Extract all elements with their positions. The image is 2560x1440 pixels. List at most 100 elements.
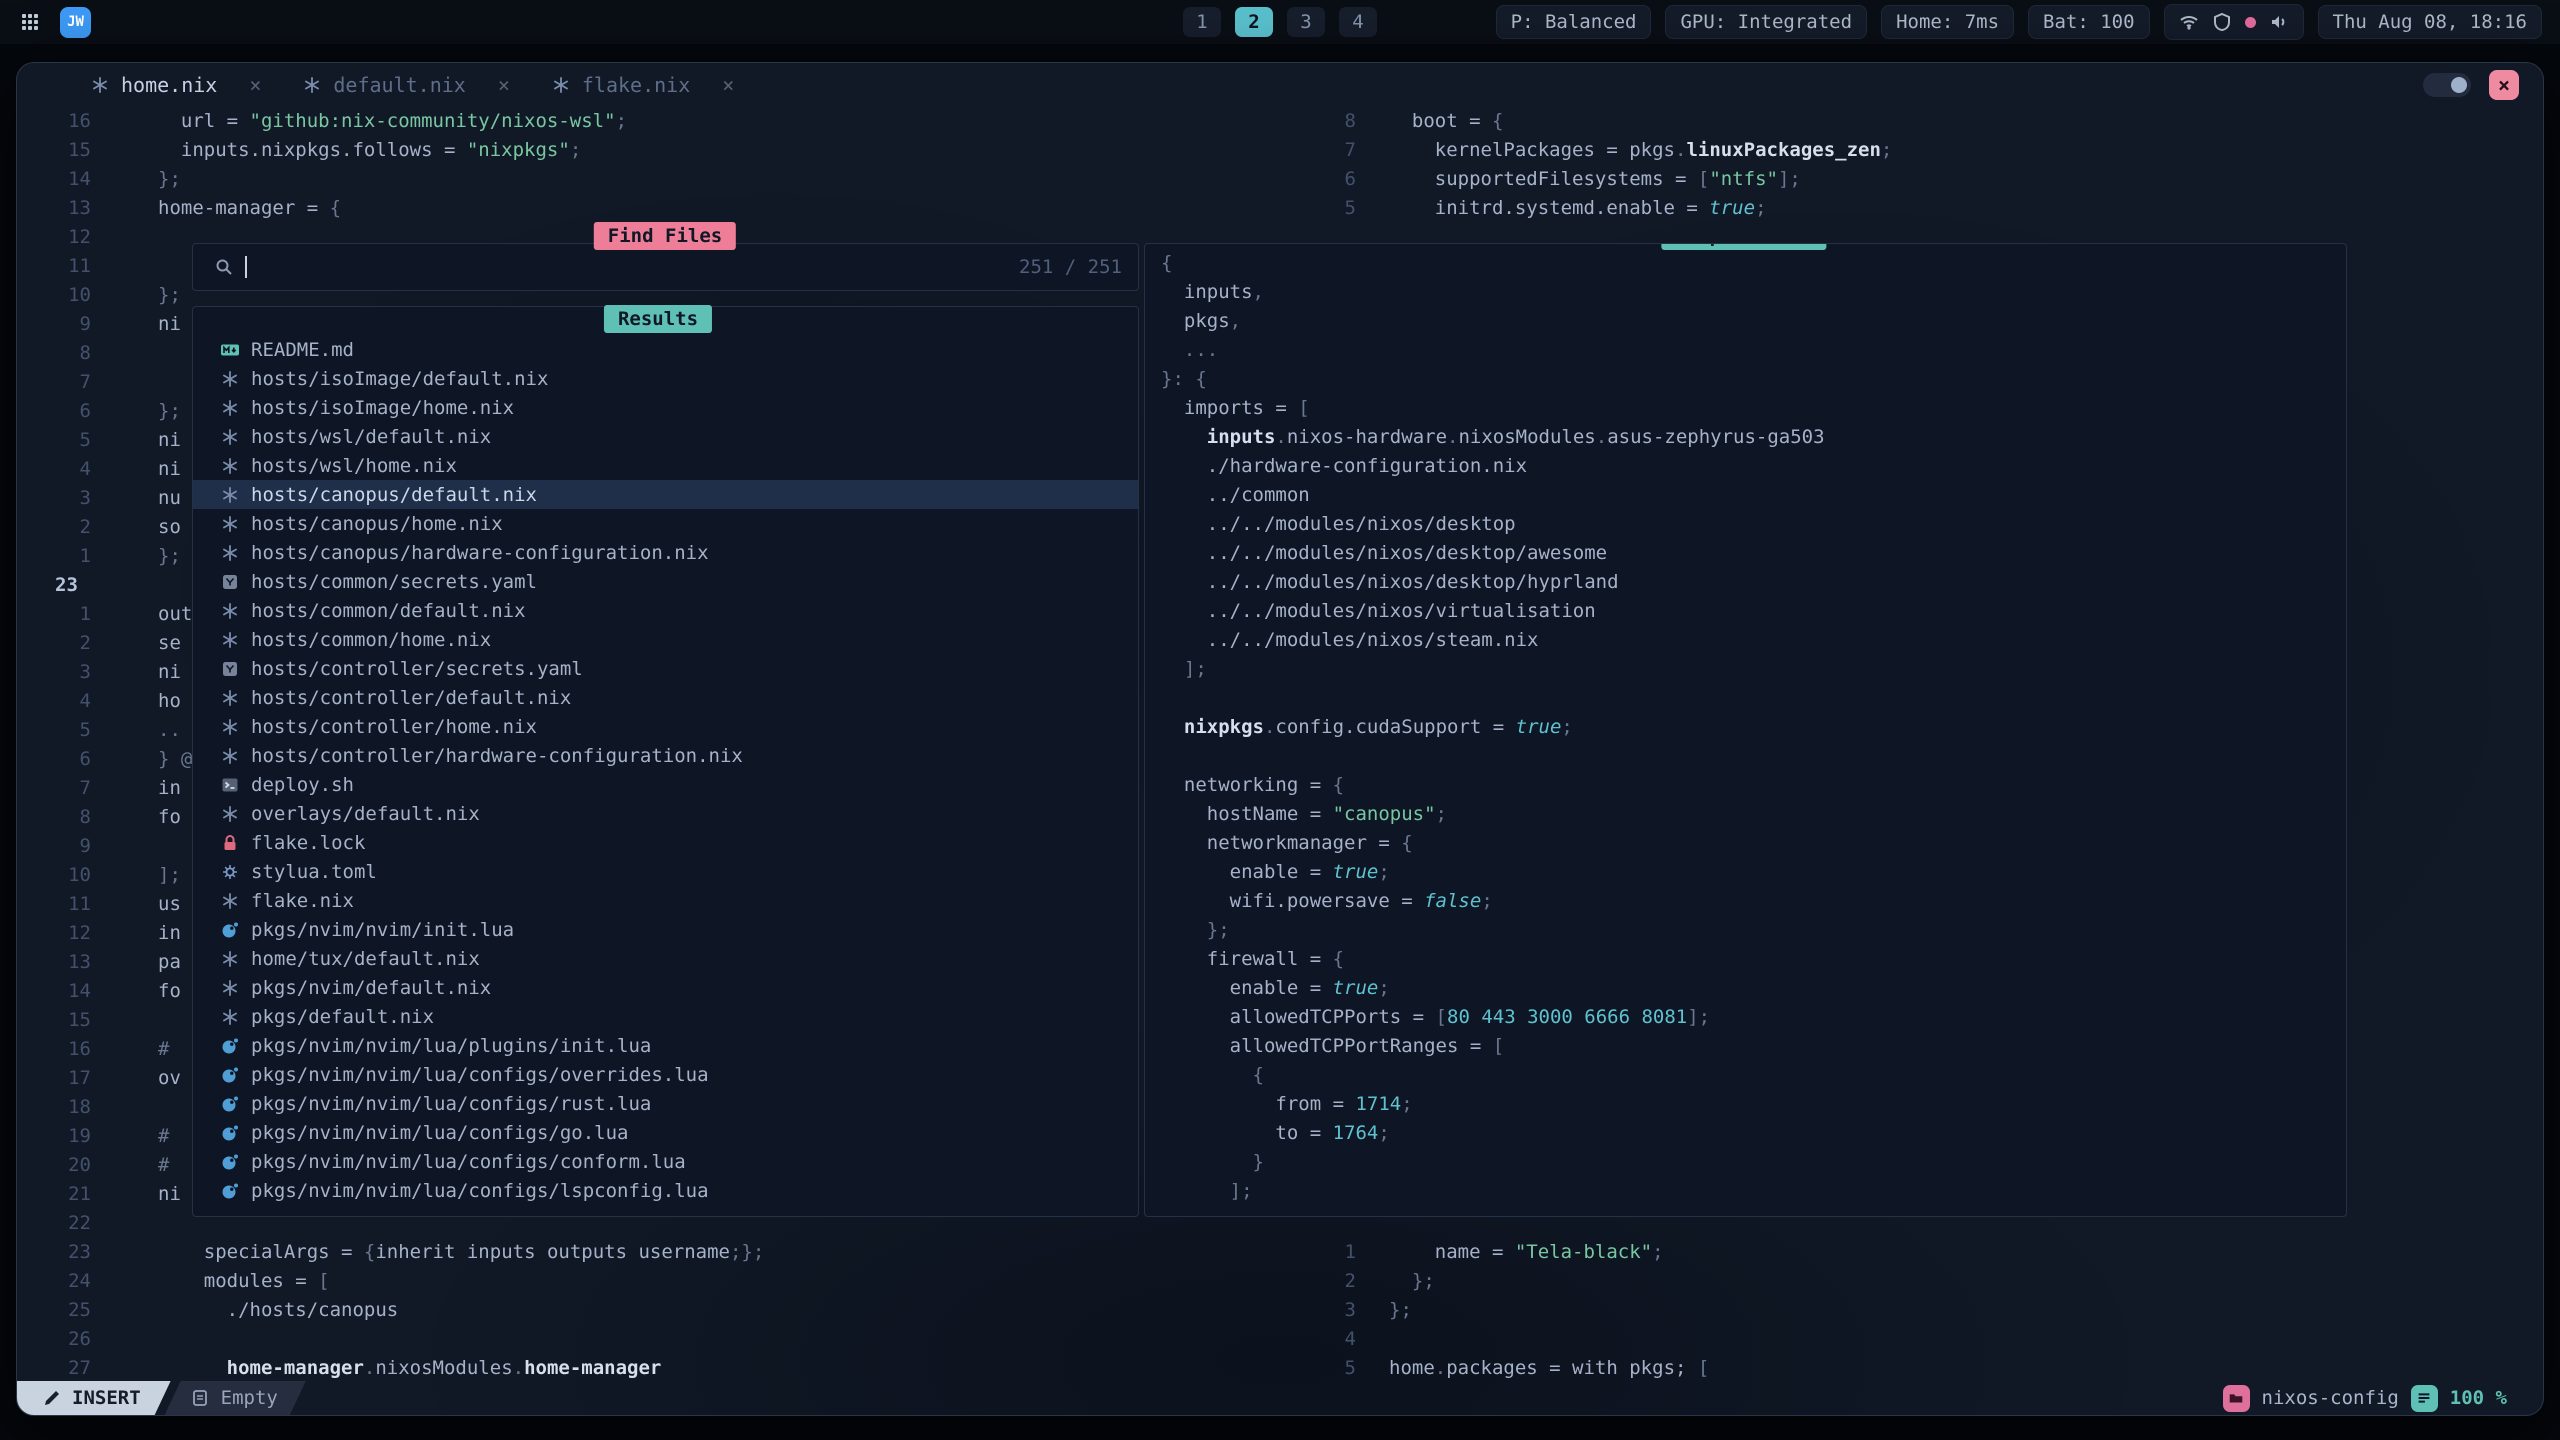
result-item[interactable]: home/tux/default.nix	[193, 944, 1138, 973]
tab-close-icon[interactable]: ×	[249, 73, 261, 97]
code-line[interactable]: 6 supportedFilesystems = ["ntfs"];	[1307, 165, 2543, 194]
tab-close-icon[interactable]: ×	[498, 73, 510, 97]
result-item[interactable]: overlays/default.nix	[193, 799, 1138, 828]
nix-file-icon	[219, 368, 241, 390]
preview-line: ../../modules/nixos/steam.nix	[1161, 626, 2346, 655]
workspace-4[interactable]: 4	[1339, 7, 1377, 37]
code-text: };	[158, 542, 181, 571]
result-item[interactable]: pkgs/nvim/nvim/lua/configs/go.lua	[193, 1118, 1138, 1147]
workspace-2[interactable]: 2	[1235, 7, 1273, 37]
line-number: 8	[17, 803, 91, 832]
mode-indicator: INSERT	[17, 1381, 171, 1415]
result-item[interactable]: hosts/wsl/home.nix	[193, 451, 1138, 480]
result-item[interactable]: hosts/isoImage/default.nix	[193, 364, 1138, 393]
preview-line: ../../modules/nixos/desktop/hyprland	[1161, 568, 2346, 597]
result-item[interactable]: hosts/controller/home.nix	[193, 712, 1138, 741]
result-name: stylua.toml	[251, 861, 377, 883]
code-line[interactable]: 5home.packages = with pkgs; [	[1307, 1354, 2543, 1381]
line-number: 22	[17, 1209, 91, 1238]
code-line[interactable]: 27 home-manager.nixosModules.home-manage…	[17, 1354, 1137, 1381]
result-item[interactable]: hosts/canopus/default.nix	[193, 480, 1138, 509]
result-item[interactable]: README.md	[193, 335, 1138, 364]
code-line[interactable]: 4	[1307, 1325, 2543, 1354]
result-item[interactable]: hosts/canopus/home.nix	[193, 509, 1138, 538]
line-number: 19	[17, 1122, 91, 1151]
code-line[interactable]: 7 kernelPackages = pkgs.linuxPackages_ze…	[1307, 136, 2543, 165]
code-line[interactable]: 14};	[17, 165, 1137, 194]
result-item[interactable]: flake.lock	[193, 828, 1138, 857]
code-line[interactable]: 3};	[1307, 1296, 2543, 1325]
system-tray[interactable]	[2164, 4, 2304, 40]
distro-logo[interactable]: JW	[60, 7, 91, 38]
result-item[interactable]: hosts/common/secrets.yaml	[193, 567, 1138, 596]
result-item[interactable]: deploy.sh	[193, 770, 1138, 799]
status-item: GPU: Integrated	[1665, 5, 1867, 39]
code-line[interactable]: 23 specialArgs = {inherit inputs outputs…	[17, 1238, 1137, 1267]
window-close-button[interactable]: ×	[2489, 70, 2519, 100]
result-item[interactable]: pkgs/nvim/default.nix	[193, 973, 1138, 1002]
preview-line: ../common	[1161, 481, 2346, 510]
result-name: pkgs/nvim/default.nix	[251, 977, 491, 999]
tab-flake-nix[interactable]: flake.nix×	[530, 63, 754, 107]
result-item[interactable]: hosts/common/default.nix	[193, 596, 1138, 625]
result-item[interactable]: pkgs/nvim/nvim/lua/configs/rust.lua	[193, 1089, 1138, 1118]
result-item[interactable]: pkgs/default.nix	[193, 1002, 1138, 1031]
result-item[interactable]: pkgs/nvim/nvim/init.lua	[193, 915, 1138, 944]
code-line[interactable]: 8 boot = {	[1307, 107, 2543, 136]
editor-area: 16 url = "github:nix-community/nixos-wsl…	[17, 107, 2543, 1381]
result-item[interactable]: pkgs/nvim/nvim/lua/plugins/init.lua	[193, 1031, 1138, 1060]
result-item[interactable]: pkgs/nvim/nvim/lua/configs/lspconfig.lua	[193, 1176, 1138, 1205]
code-line[interactable]: 2 };	[1307, 1267, 2543, 1296]
preview-text: ../../modules/nixos/desktop/awesome	[1161, 539, 1607, 568]
line-number: 11	[17, 890, 91, 919]
tab-home-nix[interactable]: home.nix×	[69, 63, 281, 107]
result-item[interactable]: hosts/controller/default.nix	[193, 683, 1138, 712]
result-item[interactable]: stylua.toml	[193, 857, 1138, 886]
workspace-1[interactable]: 1	[1183, 7, 1221, 37]
app-launcher-icon[interactable]	[18, 10, 42, 34]
result-name: flake.lock	[251, 832, 365, 854]
tab-close-icon[interactable]: ×	[722, 73, 734, 97]
result-item[interactable]: hosts/common/home.nix	[193, 625, 1138, 654]
preview-text: to = 1764;	[1161, 1119, 1390, 1148]
workspace-3[interactable]: 3	[1287, 7, 1325, 37]
code-line[interactable]: 25 ./hosts/canopus	[17, 1296, 1137, 1325]
result-name: hosts/common/secrets.yaml	[251, 571, 537, 593]
result-item[interactable]: flake.nix	[193, 886, 1138, 915]
result-item[interactable]: pkgs/nvim/nvim/lua/configs/conform.lua	[193, 1147, 1138, 1176]
toggle-switch[interactable]	[2423, 73, 2471, 97]
code-text: in	[158, 774, 181, 803]
result-name: hosts/controller/hardware-configuration.…	[251, 745, 743, 767]
result-item[interactable]: hosts/controller/secrets.yaml	[193, 654, 1138, 683]
line-number: 3	[17, 484, 91, 513]
editor-window: home.nix×default.nix×flake.nix× × 16 url…	[16, 62, 2544, 1416]
code-line[interactable]: 1 name = "Tela-black";	[1307, 1238, 2543, 1267]
result-item[interactable]: hosts/controller/hardware-configuration.…	[193, 741, 1138, 770]
code-line[interactable]: 15 inputs.nixpkgs.follows = "nixpkgs";	[17, 136, 1137, 165]
result-name: hosts/controller/default.nix	[251, 687, 571, 709]
status-items: P: BalancedGPU: IntegratedHome: 7msBat: …	[1496, 5, 2150, 39]
line-number: 10	[17, 861, 91, 890]
result-item[interactable]: hosts/canopus/hardware-configuration.nix	[193, 538, 1138, 567]
code-line[interactable]: 26	[17, 1325, 1137, 1354]
result-item[interactable]: pkgs/nvim/nvim/lua/configs/overrides.lua	[193, 1060, 1138, 1089]
code-text: se	[158, 629, 181, 658]
preview-text: pkgs,	[1161, 307, 1241, 336]
result-item[interactable]: hosts/wsl/default.nix	[193, 422, 1138, 451]
line-number: 24	[17, 1267, 91, 1296]
code-line[interactable]: 5 initrd.systemd.enable = true;	[1307, 194, 2543, 223]
wifi-icon	[2179, 12, 2199, 32]
code-line[interactable]: 13home-manager = {	[17, 194, 1137, 223]
search-input[interactable]: 251 / 251	[193, 244, 1138, 290]
line-number: 23	[17, 1238, 91, 1267]
code-line[interactable]: 24 modules = [	[17, 1267, 1137, 1296]
result-name: hosts/canopus/home.nix	[251, 513, 503, 535]
code-line[interactable]: 16 url = "github:nix-community/nixos-wsl…	[17, 107, 1137, 136]
line-number: 11	[17, 252, 91, 281]
tab-default-nix[interactable]: default.nix×	[281, 63, 530, 107]
code-text: out	[158, 600, 192, 629]
result-item[interactable]: hosts/isoImage/home.nix	[193, 393, 1138, 422]
result-name: overlays/default.nix	[251, 803, 480, 825]
nix-file-icon	[219, 977, 241, 999]
result-name: hosts/isoImage/home.nix	[251, 397, 514, 419]
